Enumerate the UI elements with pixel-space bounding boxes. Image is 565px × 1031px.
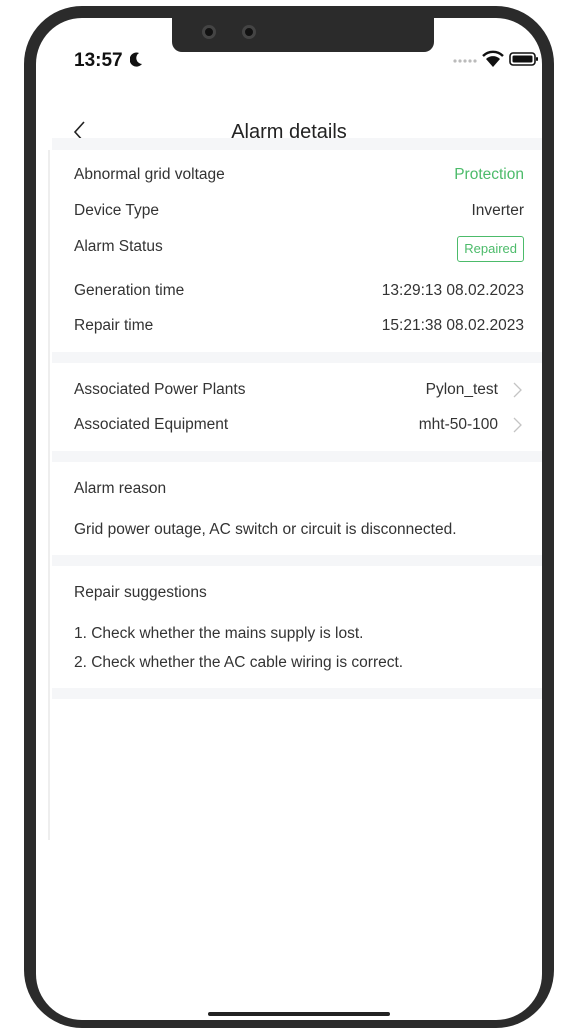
repair-time-value: 15:21:38 08.02.2023 [381, 317, 524, 334]
associated-plants-label: Associated Power Plants [74, 381, 246, 398]
device-type-value: Inverter [471, 202, 524, 219]
section-divider [52, 138, 542, 150]
alarm-level: Protection [454, 166, 524, 183]
section-divider [52, 688, 542, 699]
chevron-right-icon [513, 382, 522, 398]
associated-equipment-label: Associated Equipment [74, 416, 229, 433]
moon-icon [130, 52, 142, 67]
alarm-reason-text: Grid power outage, AC switch or circuit … [74, 521, 457, 538]
associated-equipment-value: mht-50-100 [418, 416, 498, 433]
section-divider [52, 352, 542, 363]
suggestion-item: 1. Check whether the mains supply is los… [74, 625, 364, 642]
alarm-status-label: Alarm Status [74, 238, 163, 255]
section-divider [52, 555, 542, 566]
alarm-name: Abnormal grid voltage [74, 166, 225, 183]
device-type-label: Device Type [74, 202, 160, 219]
status-badge: Repaired [457, 236, 524, 262]
suggestion-item: 2. Check whether the AC cable wiring is … [74, 654, 404, 671]
alarm-reason-title: Alarm reason [74, 480, 167, 497]
section-divider [52, 451, 542, 462]
repair-time-label: Repair time [74, 317, 154, 334]
associated-plants-value: Pylon_test [425, 381, 498, 398]
left-edge-line [48, 150, 50, 840]
status-time: 13:57 [74, 50, 123, 71]
sensor-icon [242, 25, 256, 39]
generation-time-value: 13:29:13 08.02.2023 [381, 282, 524, 299]
generation-time-label: Generation time [74, 282, 185, 299]
camera-icon [202, 25, 216, 39]
chevron-right-icon [513, 417, 522, 433]
repair-suggestions-title: Repair suggestions [74, 584, 207, 601]
phone-notch [172, 6, 434, 52]
home-indicator[interactable] [208, 1012, 390, 1016]
signal-icon [453, 59, 477, 63]
phone-screen: 13:57 Alarm details Abnormal grid voltag… [36, 18, 542, 1020]
wifi-icon [482, 50, 504, 67]
battery-icon [509, 52, 538, 66]
